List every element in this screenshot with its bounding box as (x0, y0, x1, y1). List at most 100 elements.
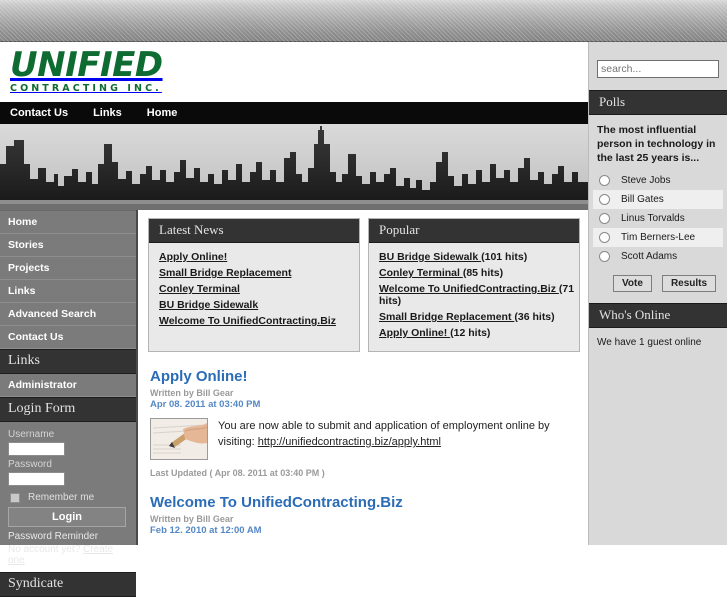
poll-option-label: Linus Torvalds (621, 213, 685, 224)
latest-news-link-conley-terminal[interactable]: Conley Terminal (159, 283, 240, 295)
popular-list: BU Bridge Sidewalk (101 hits) Conley Ter… (369, 243, 579, 351)
whos-online-heading: Who's Online (589, 303, 727, 328)
sidebar-item-links[interactable]: Links (0, 280, 136, 303)
poll-option-label: Tim Berners-Lee (621, 232, 696, 243)
article-apply-online: Apply Online! Written by Bill Gear Apr 0… (140, 352, 588, 478)
strip-hatch-texture (0, 0, 727, 42)
latest-news-link-small-bridge-replacement[interactable]: Small Bridge Replacement (159, 267, 291, 279)
list-item[interactable]: Conley Terminal (85 hits) (379, 267, 579, 279)
sidebar-item-administrator[interactable]: Administrator (0, 374, 136, 397)
poll-option-tim-berners-lee[interactable]: Tim Berners-Lee (593, 228, 723, 247)
logo-band: UNIFIED CONTRACTING INC. (0, 42, 588, 102)
article-title[interactable]: Apply Online! (150, 368, 578, 385)
username-input[interactable] (8, 442, 65, 456)
sidebar-heading-links: Links (0, 349, 136, 374)
article-thumbnail-image (150, 418, 208, 460)
whos-online-text: We have 1 guest online (597, 337, 702, 348)
main-column: UNIFIED CONTRACTING INC. Contact Us Link… (0, 42, 588, 597)
list-item[interactable]: Small Bridge Replacement (159, 267, 359, 279)
left-sidebar: Home Stories Projects Links Advanced Sea… (0, 210, 138, 597)
popular-link-welcome[interactable]: Welcome To UnifiedContracting.Biz (379, 283, 559, 295)
top-navigation-bar: Contact Us Links Home (0, 102, 588, 124)
poll-option-scott-adams[interactable]: Scott Adams (593, 247, 723, 266)
popular-link-small-bridge-replacement[interactable]: Small Bridge Replacement (379, 311, 514, 323)
top-nav-link-home[interactable]: Home (147, 107, 178, 119)
latest-news-link-apply-online[interactable]: Apply Online! (159, 251, 227, 263)
logo-main-text: UNIFIED (10, 45, 163, 85)
results-button[interactable]: Results (661, 275, 717, 292)
password-input[interactable] (8, 472, 65, 486)
latest-news-link-bu-bridge-sidewalk[interactable]: BU Bridge Sidewalk (159, 299, 258, 311)
top-nav-item-home[interactable]: Home (147, 107, 178, 119)
list-item[interactable]: Conley Terminal (159, 283, 359, 295)
sidebar-heading-login-form: Login Form (0, 397, 136, 422)
radio-icon[interactable] (599, 213, 610, 224)
latest-news-box: Latest News Apply Online! Small Bridge R… (148, 218, 360, 352)
poll-option-steve-jobs[interactable]: Steve Jobs (593, 171, 723, 190)
remember-me-checkbox[interactable] (10, 492, 20, 503)
news-boxes-row: Latest News Apply Online! Small Bridge R… (140, 210, 588, 352)
radio-icon[interactable] (599, 194, 610, 205)
no-account-row: No account yet? Create one (8, 544, 128, 566)
article-date: Apr 08. 2011 at 03:40 PM (150, 399, 261, 410)
latest-news-list: Apply Online! Small Bridge Replacement C… (149, 243, 359, 339)
sidebar-item-advanced-search[interactable]: Advanced Search (0, 303, 136, 326)
popular-link-conley-terminal[interactable]: Conley Terminal (379, 267, 463, 279)
latest-news-title: Latest News (149, 219, 359, 243)
password-reminder-link[interactable]: Password Reminder (8, 531, 128, 542)
poll-option-linus-torvalds[interactable]: Linus Torvalds (593, 209, 723, 228)
sidebar-item-projects[interactable]: Projects (0, 257, 136, 280)
poll-options: Steve Jobs Bill Gates Linus Torvalds Tim… (589, 171, 727, 266)
sidebar-item-home[interactable]: Home (0, 210, 136, 234)
article-last-updated: Last Updated ( Apr 08. 2011 at 03:40 PM … (150, 468, 325, 478)
article-body: You are now able to submit and applicati… (150, 418, 578, 460)
list-item[interactable]: Welcome To UnifiedContracting.Biz (159, 315, 359, 327)
sidebar-item-stories[interactable]: Stories (0, 234, 136, 257)
list-item[interactable]: Apply Online! (12 hits) (379, 327, 579, 339)
radio-icon[interactable] (599, 251, 610, 262)
popular-hits-conley-terminal: (85 hits) (462, 267, 504, 279)
login-button[interactable]: Login (8, 507, 126, 527)
popular-hits-small-bridge-replacement: (36 hits) (514, 311, 555, 323)
popular-link-apply-online[interactable]: Apply Online! (379, 327, 450, 339)
latest-news-link-welcome[interactable]: Welcome To UnifiedContracting.Biz (159, 315, 336, 327)
top-nav-link-links[interactable]: Links (93, 107, 122, 119)
top-nav-item-contact-us[interactable]: Contact Us (10, 107, 68, 119)
search-input[interactable] (597, 60, 719, 78)
top-nav-item-links[interactable]: Links (93, 107, 122, 119)
popular-hits-apply-online: (12 hits) (450, 327, 491, 339)
radio-icon[interactable] (599, 175, 610, 186)
list-item[interactable]: BU Bridge Sidewalk (101 hits) (379, 251, 579, 263)
no-account-text: No account yet? (8, 544, 84, 555)
search-area (589, 42, 727, 90)
article-welcome: Welcome To UnifiedContracting.Biz Writte… (140, 478, 588, 536)
article-apply-url-link[interactable]: http://unifiedcontracting.biz/apply.html (258, 436, 441, 448)
popular-title: Popular (369, 219, 579, 243)
poll-option-label: Bill Gates (621, 194, 664, 205)
password-label: Password (8, 459, 52, 470)
list-item[interactable]: Welcome To UnifiedContracting.Biz (71 hi… (379, 283, 579, 307)
site-logo[interactable]: UNIFIED CONTRACTING INC. (10, 48, 163, 95)
skyline-graphic (0, 124, 588, 210)
list-item[interactable]: Apply Online! (159, 251, 359, 263)
top-nav-link-contact-us[interactable]: Contact Us (10, 107, 68, 119)
popular-hits-bu-bridge-sidewalk: (101 hits) (481, 251, 528, 263)
article-text: You are now able to submit and applicati… (218, 418, 578, 460)
radio-icon[interactable] (599, 232, 610, 243)
city-skyline-banner-image (0, 124, 588, 210)
popular-box: Popular BU Bridge Sidewalk (101 hits) Co… (368, 218, 580, 352)
page-root: UNIFIED CONTRACTING INC. Contact Us Link… (0, 42, 727, 597)
top-nav-list: Contact Us Links Home (0, 102, 588, 124)
article-byline: Written by Bill Gear (150, 388, 234, 398)
remember-me-row[interactable]: Remember me (10, 492, 128, 503)
sidebar-item-contact-us[interactable]: Contact Us (0, 326, 136, 349)
list-item[interactable]: Small Bridge Replacement (36 hits) (379, 311, 579, 323)
popular-link-bu-bridge-sidewalk[interactable]: BU Bridge Sidewalk (379, 251, 481, 263)
vote-button[interactable]: Vote (613, 275, 652, 292)
remember-me-label: Remember me (28, 492, 95, 503)
poll-option-label: Steve Jobs (621, 175, 671, 186)
polls-heading: Polls (589, 90, 727, 115)
list-item[interactable]: BU Bridge Sidewalk (159, 299, 359, 311)
poll-option-bill-gates[interactable]: Bill Gates (593, 190, 723, 209)
article-title[interactable]: Welcome To UnifiedContracting.Biz (150, 494, 578, 511)
